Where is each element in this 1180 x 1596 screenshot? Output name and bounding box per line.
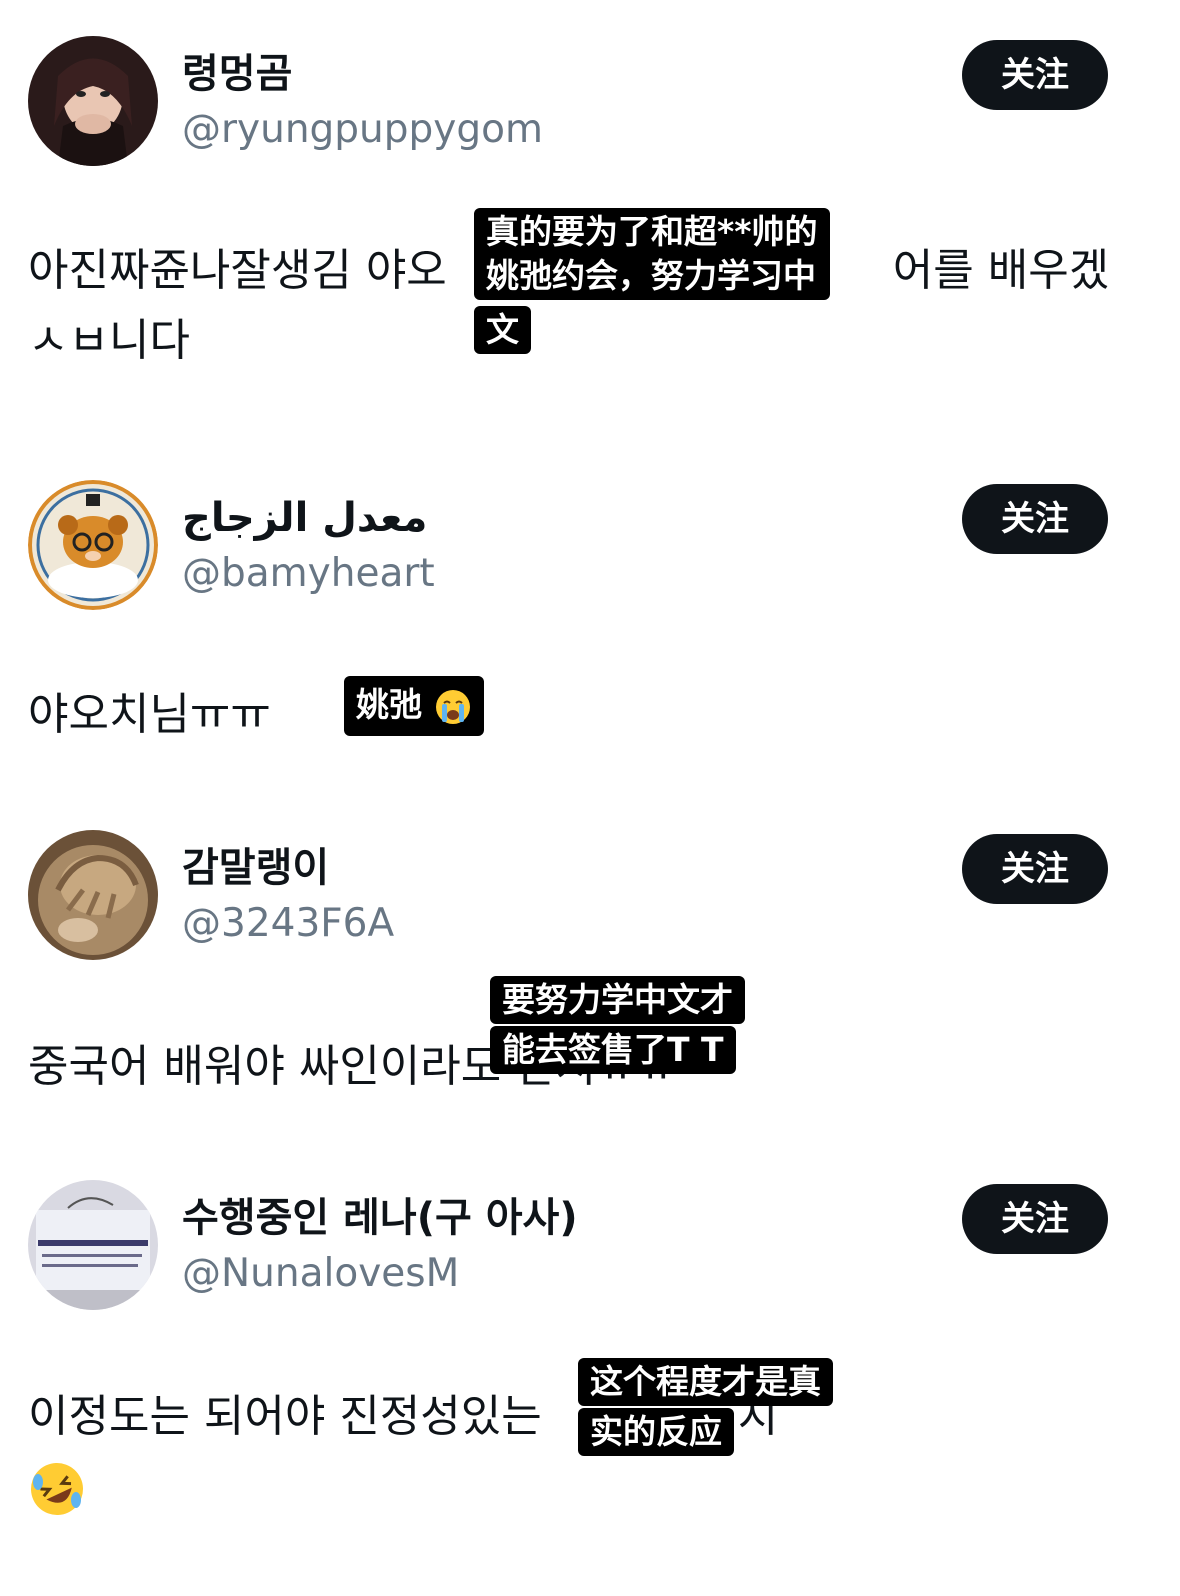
subtitle-overlay: 要努力学中文才 — [490, 976, 745, 1024]
reply-text-line: 야오치님ㅠㅠ — [28, 689, 271, 740]
display-name[interactable]: 수행중인 레나(구 아사) — [182, 1194, 578, 1242]
rolling-on-floor-laughing-icon — [31, 1463, 83, 1515]
subtitle-overlay: 实的反应 — [578, 1408, 734, 1456]
subtitle-line: 文 — [486, 310, 519, 349]
subtitle-line: 真的要为了和超**帅的 — [486, 212, 818, 251]
user-handle[interactable]: @bamyheart — [182, 550, 435, 598]
follow-button[interactable]: 关注 — [962, 1184, 1108, 1254]
subtitle-line: 实的反应 — [590, 1412, 722, 1451]
subtitle-line: 要努力学中文才 — [502, 980, 733, 1019]
subtitle-overlay: 真的要为了和超**帅的 姚弛约会，努力学习中 — [474, 208, 830, 300]
avatar[interactable] — [28, 36, 158, 166]
loudly-crying-face-icon — [435, 689, 470, 724]
avatar[interactable] — [28, 480, 158, 610]
subtitle-overlay: 能去签售了T T — [490, 1026, 736, 1074]
user-handle[interactable]: @ryungpuppygom — [182, 106, 543, 154]
reply-text-line: ㅅㅂ니다 — [28, 315, 190, 366]
follow-button[interactable]: 关注 — [962, 40, 1108, 110]
subtitle-line: 这个程度才是真 — [590, 1362, 821, 1401]
subtitle-line: 姚弛 — [356, 685, 422, 724]
reply-text-line — [28, 1452, 1128, 1522]
display-name[interactable]: 령멍곰 — [182, 50, 292, 98]
user-handle[interactable]: @NunalovesM — [182, 1250, 459, 1298]
reply-text: 야오치님ㅠㅠ — [28, 680, 1128, 750]
avatar[interactable] — [28, 830, 158, 960]
subtitle-overlay: 姚弛 — [344, 676, 484, 736]
subtitle-overlay: 这个程度才是真 — [578, 1358, 833, 1406]
display-name[interactable]: 감말랭이 — [182, 844, 329, 892]
user-handle[interactable]: @3243F6A — [182, 900, 394, 948]
subtitle-line: 能去签售了T T — [502, 1030, 724, 1069]
follow-button[interactable]: 关注 — [962, 484, 1108, 554]
subtitle-overlay: 文 — [474, 306, 531, 354]
subtitle-line: 姚弛约会，努力学习中 — [486, 256, 816, 295]
display-name[interactable]: معدل الزجاج — [182, 494, 427, 542]
avatar[interactable] — [28, 1180, 158, 1310]
follow-button[interactable]: 关注 — [962, 834, 1108, 904]
